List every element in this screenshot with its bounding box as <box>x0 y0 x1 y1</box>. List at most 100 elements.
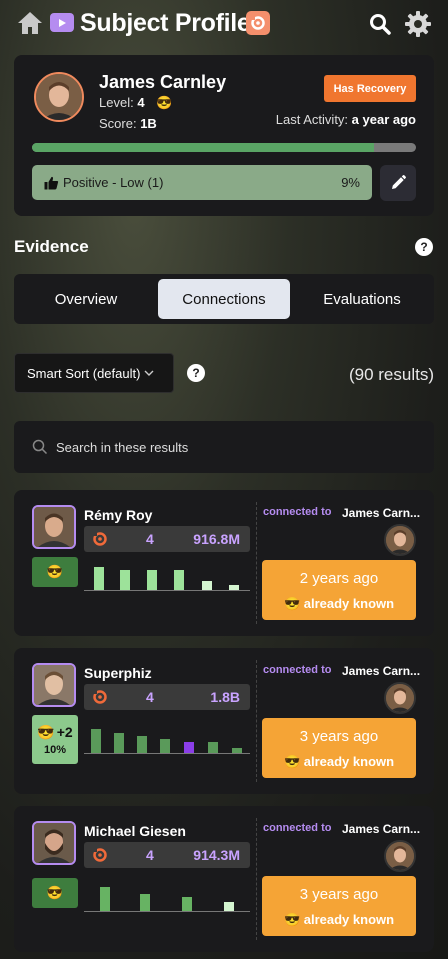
activity-bar <box>120 570 130 590</box>
search-input[interactable]: Search in these results <box>14 421 434 473</box>
search-icon[interactable] <box>368 12 392 36</box>
connected-to-name[interactable]: James Carn... <box>342 822 420 836</box>
activity-bar <box>100 887 110 911</box>
brand-ring-icon <box>246 11 270 35</box>
known-emoji: 😎 <box>283 754 301 769</box>
connection-age: 3 years ago <box>299 728 379 745</box>
gear-icon[interactable] <box>404 10 432 38</box>
score-value: 1B <box>140 116 157 131</box>
connection-card[interactable]: Rémy Roy 4 916.8M 😎 connected to James Carn..… <box>14 490 434 636</box>
known-label: already known <box>303 596 395 611</box>
level-value: 4 <box>137 95 145 110</box>
home-icon[interactable] <box>16 10 44 36</box>
tag-emoji: 😎 <box>46 564 64 579</box>
results-count: (90 results) <box>348 365 434 384</box>
level-tag: 😎 <box>32 878 78 908</box>
sentiment-progress-bar <box>32 143 416 152</box>
activity-bar <box>232 748 242 753</box>
connection-age: 3 years ago <box>299 886 379 903</box>
known-status: 2 years ago 😎 already known <box>262 560 416 620</box>
tag-emoji: 😎 <box>37 723 55 740</box>
connection-avatar[interactable] <box>32 663 76 707</box>
activity-bars <box>84 723 250 754</box>
sort-label: Smart Sort (default) <box>27 365 141 381</box>
score-label: Score: <box>99 116 137 131</box>
brand-ring-icon <box>93 532 107 546</box>
known-label-wrap: 😎 already known <box>262 596 416 612</box>
divider <box>256 818 257 940</box>
tab-evaluations[interactable]: Evaluations <box>296 279 428 319</box>
subject-name: James Carnley <box>99 72 227 92</box>
known-emoji: 😎 <box>283 596 301 611</box>
connected-label: connected to <box>263 664 332 676</box>
level-tag: 😎 <box>32 557 78 587</box>
connection-count: 4 <box>146 531 154 547</box>
sentiment-label-wrap: Positive - Low (1) <box>44 175 163 190</box>
connected-label: connected to <box>263 506 332 518</box>
activity-bar <box>94 567 104 590</box>
level-tag: 😎 +2 10% <box>32 715 78 764</box>
subject-score: Score: 1B <box>99 116 157 131</box>
activity-bar <box>147 570 157 590</box>
connection-card[interactable]: Superphiz 4 1.8B 😎 +2 10% connected to James Ca… <box>14 648 434 794</box>
connection-card[interactable]: Michael Giesen 4 914.3M 😎 connected to James … <box>14 806 434 952</box>
sort-help-icon[interactable]: ? <box>187 364 205 382</box>
connected-to-name[interactable]: James Carn... <box>342 506 420 520</box>
avatar[interactable] <box>34 72 84 122</box>
divider <box>256 502 257 624</box>
connection-avatar[interactable] <box>32 821 76 865</box>
known-label-wrap: 😎 already known <box>262 912 416 928</box>
connected-to-name[interactable]: James Carn... <box>342 664 420 678</box>
activity-bar <box>160 739 170 753</box>
connection-name[interactable]: Michael Giesen <box>84 823 186 839</box>
connection-count: 4 <box>146 847 154 863</box>
sentiment-bar[interactable]: Positive - Low (1) 9% <box>32 165 372 200</box>
activity-bars <box>84 881 250 912</box>
connection-score: 916.8M <box>193 531 240 547</box>
activity-bar <box>182 897 192 911</box>
brand-ring-icon <box>93 848 107 862</box>
level-label: Level: <box>99 95 134 110</box>
tag-extra: +2 <box>56 724 73 740</box>
connected-to-avatar[interactable] <box>384 524 416 556</box>
app-header: Subject Profile <box>0 0 448 48</box>
activity-bar <box>140 894 150 911</box>
tag-emoji: 😎 <box>46 885 64 900</box>
connected-to-avatar[interactable] <box>384 682 416 714</box>
connection-avatar[interactable] <box>32 505 76 549</box>
known-label: already known <box>303 754 395 769</box>
activity-bar <box>202 581 212 590</box>
activity-bar <box>208 742 218 753</box>
last-activity: Last Activity: a year ago <box>276 112 416 127</box>
connection-score: 1.8B <box>210 689 240 705</box>
connection-name[interactable]: Superphiz <box>84 665 152 681</box>
sentiment-percent: 9% <box>341 175 360 190</box>
tab-overview[interactable]: Overview <box>20 279 152 319</box>
pencil-icon <box>392 175 406 189</box>
activity-bar <box>229 585 239 590</box>
help-icon[interactable]: ? <box>415 238 433 256</box>
tag-percent: 10% <box>43 743 67 756</box>
connected-to-avatar[interactable] <box>384 840 416 872</box>
activity-bar <box>114 733 124 753</box>
connection-name[interactable]: Rémy Roy <box>84 507 152 523</box>
connection-stats: 4 1.8B <box>84 684 250 710</box>
connection-stats: 4 916.8M <box>84 526 250 552</box>
connected-label: connected to <box>263 822 332 834</box>
sentiment-label: Positive - Low (1) <box>63 175 164 190</box>
evidence-tabs: Overview Connections Evaluations <box>14 274 434 324</box>
recovery-badge: Has Recovery <box>324 75 416 102</box>
last-activity-value: a year ago <box>351 112 416 127</box>
activity-bar <box>91 729 101 753</box>
tab-connections[interactable]: Connections <box>158 279 290 319</box>
activity-bar <box>184 742 194 753</box>
known-status: 3 years ago 😎 already known <box>262 876 416 936</box>
video-icon[interactable] <box>50 13 74 32</box>
sort-select[interactable]: Smart Sort (default) <box>14 353 174 393</box>
edit-button[interactable] <box>380 165 416 201</box>
progress-fill <box>32 143 374 152</box>
search-placeholder: Search in these results <box>56 440 189 455</box>
section-title: Evidence <box>14 237 89 256</box>
known-label-wrap: 😎 already known <box>262 754 416 770</box>
known-status: 3 years ago 😎 already known <box>262 718 416 778</box>
